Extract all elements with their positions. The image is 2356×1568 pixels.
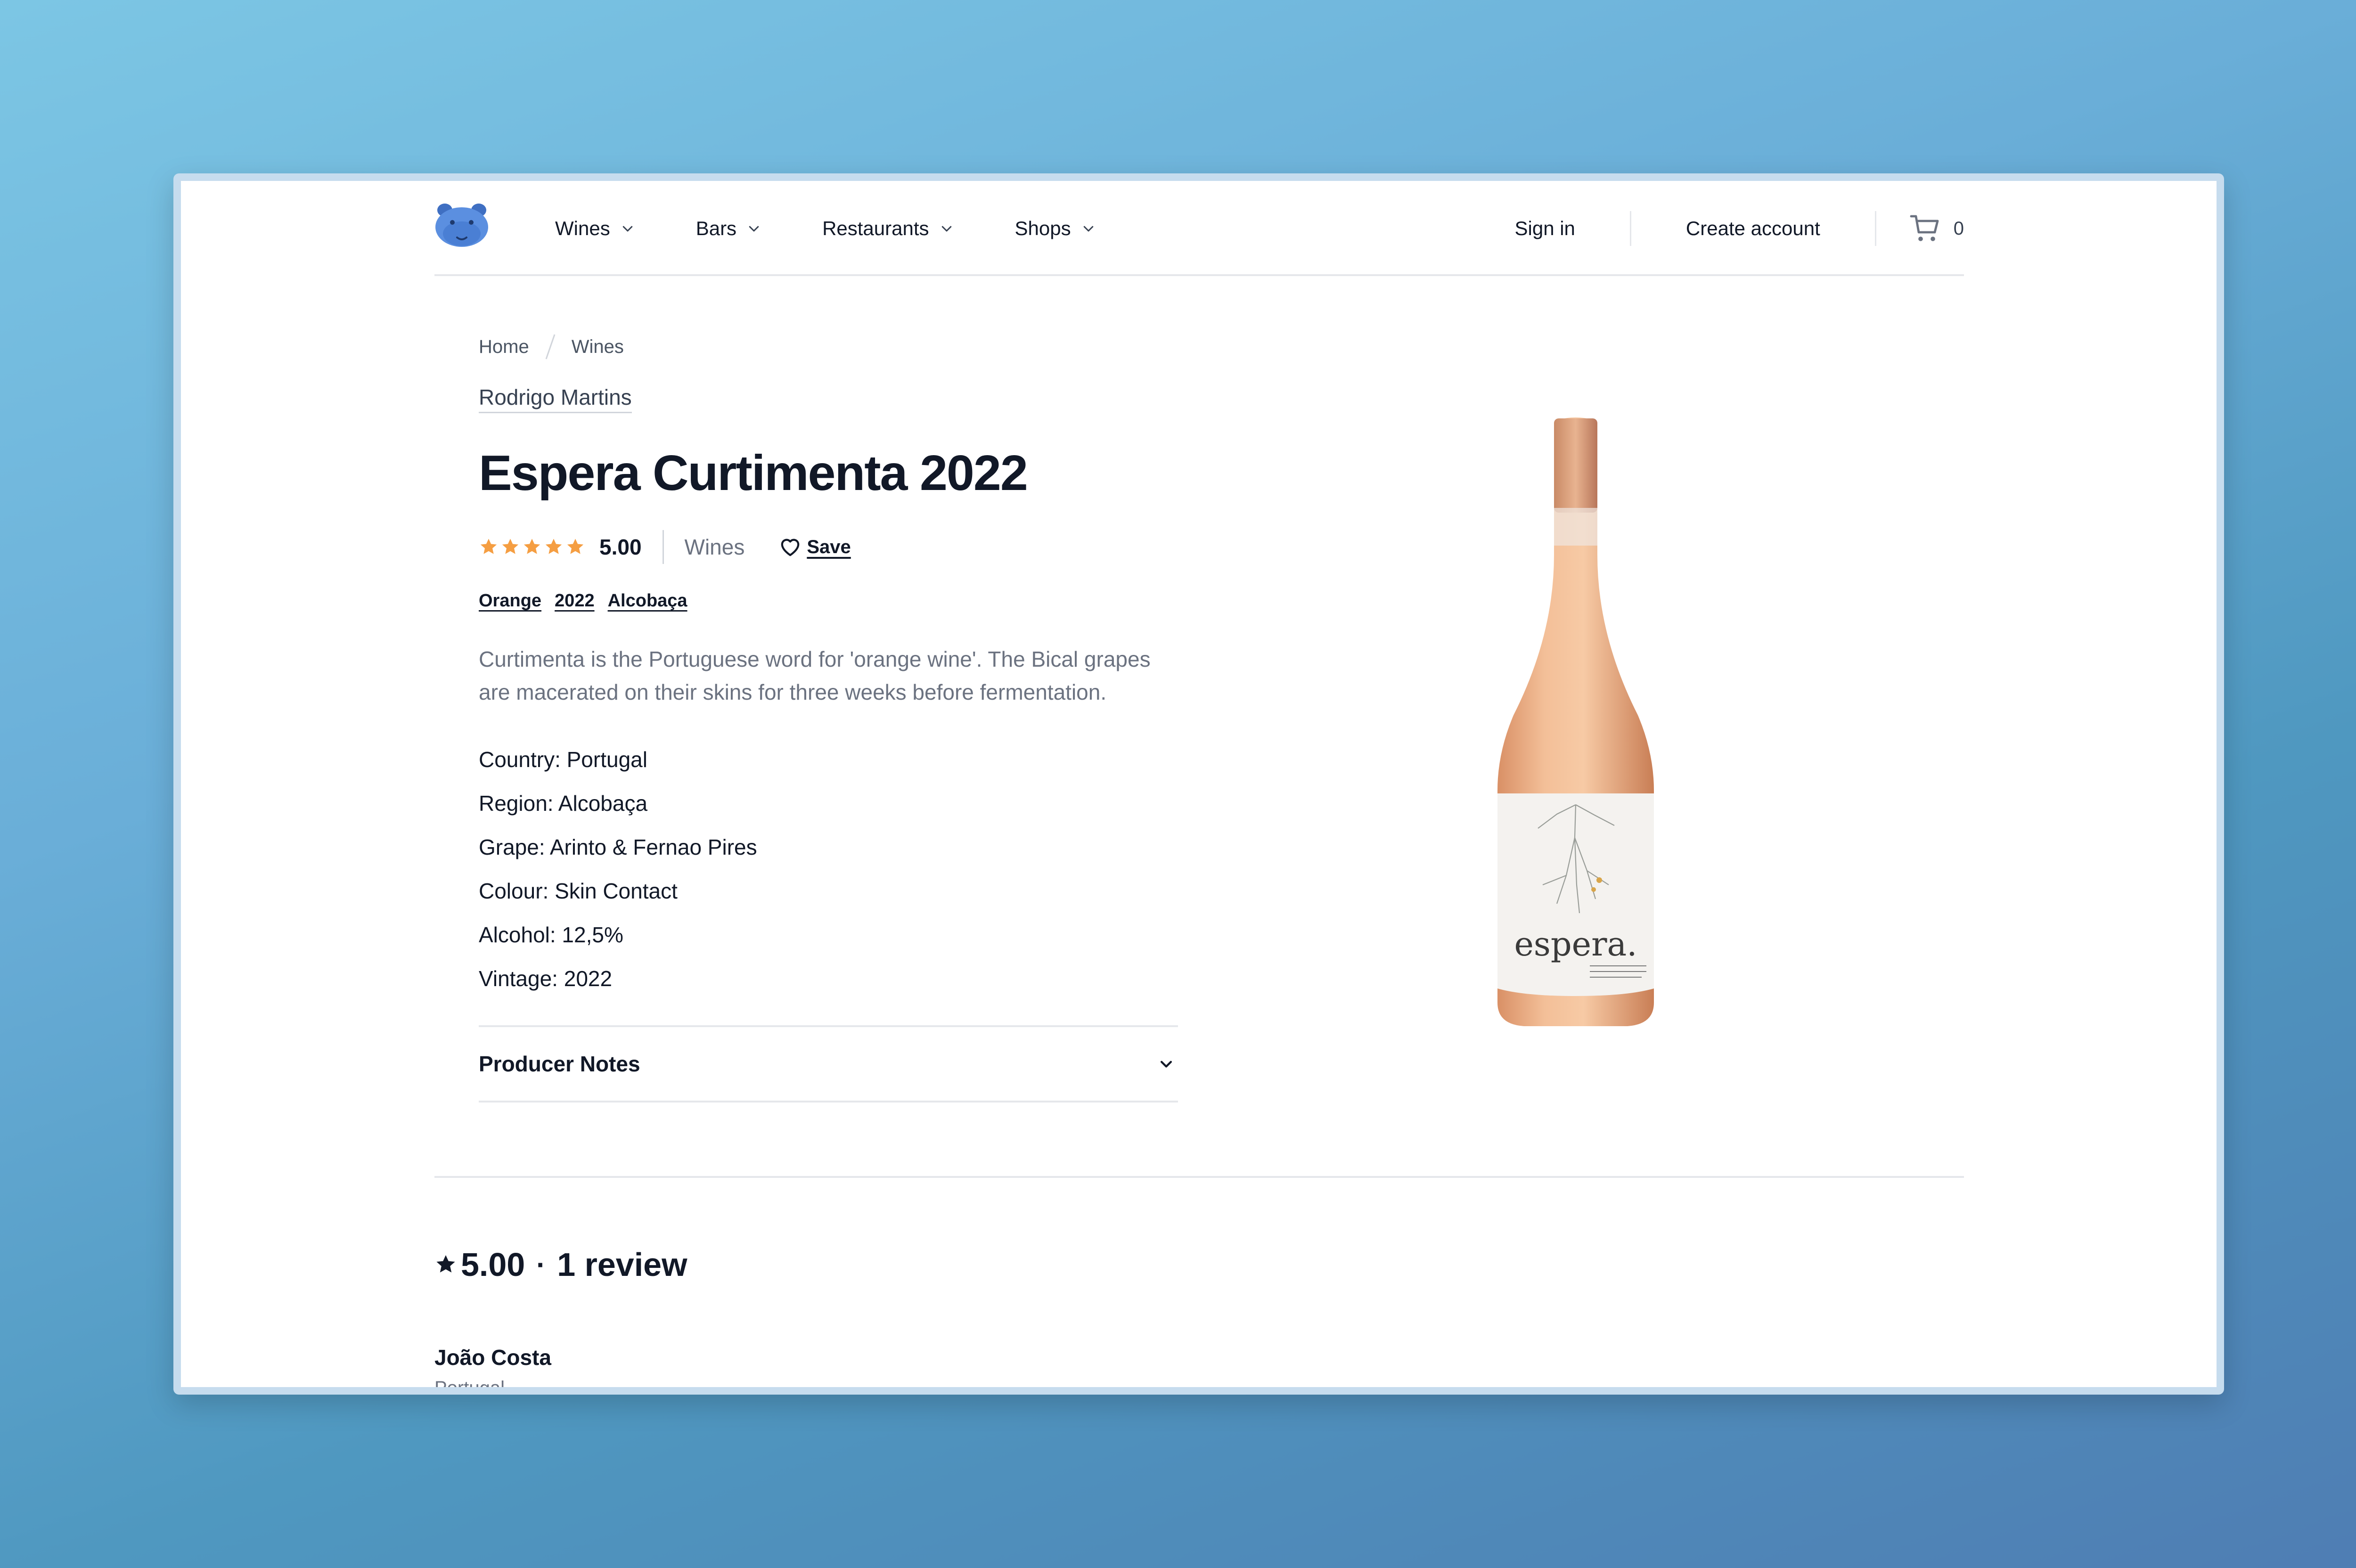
hippo-logo-icon[interactable] [434,202,489,249]
chevron-down-icon [941,226,951,232]
reviews-rating: 5.00 [461,1246,525,1283]
star-icon [545,539,562,554]
reviewer-name: João Costa [434,1345,551,1370]
spec-country: Country: Portugal [479,747,647,772]
rating-value: 5.00 [599,535,642,559]
create-account-link[interactable]: Create account [1686,217,1820,240]
cart-button[interactable]: 0 [1909,213,1964,244]
breadcrumb-wines[interactable]: Wines [572,336,624,358]
nav-bars[interactable]: Bars [696,217,761,240]
dot-separator: · [536,1249,546,1281]
spec-grape: Grape: Arinto & Fernao Pires [479,835,757,859]
product-description: Curtimenta is the Portuguese word for 'o… [479,647,1151,704]
bottle-label-text: espera. [1514,925,1637,964]
tag-orange[interactable]: Orange [479,591,541,611]
category-label: Wines [684,535,745,559]
page: Wines Bars Restaurants Shops Sign in Cre… [181,181,2217,1387]
breadcrumb: Home Wines [479,334,624,360]
spec-region: Region: Alcobaça [479,791,648,816]
star-icon [502,539,519,554]
reviews-heading: 5.00 · 1 review [434,1246,687,1283]
nav-restaurants-label: Restaurants [822,217,929,239]
nav-shops-label: Shops [1014,217,1071,239]
divider [1629,211,1631,246]
spec-alcohol: Alcohol: 12,5% [479,923,623,947]
nav-wines[interactable]: Wines [555,217,635,240]
product-title: Espera Curtimenta 2022 [479,445,1028,501]
star-icon [436,1255,455,1273]
wine-bottle-image: espera. [1497,417,1654,1026]
browser-window: Wines Bars Restaurants Shops Sign in Cre… [173,173,2224,1395]
shopping-cart-icon [1910,215,1939,241]
producer-link[interactable]: Rodrigo Martins [479,384,632,413]
account-nav: Sign in Create account 0 [1514,181,1964,276]
star-icon [480,539,497,554]
accordion-title: Producer Notes [479,1052,640,1076]
site-header: Wines Bars Restaurants Shops Sign in Cre… [434,181,1964,276]
spec-list: Country: Portugal Region: Alcobaça Grape… [479,738,757,1001]
save-label: Save [807,536,851,557]
tag-vintage[interactable]: 2022 [555,591,595,611]
slash-separator-icon [545,334,556,359]
main-nav: Wines Bars Restaurants Shops [555,181,1157,276]
divider [662,530,664,564]
producer-notes-accordion[interactable]: Producer Notes [479,1025,1178,1102]
sign-in-link[interactable]: Sign in [1514,217,1575,240]
spec-vintage: Vintage: 2022 [479,966,613,991]
section-divider [434,1176,1964,1178]
cart-count: 0 [1953,218,1964,239]
reviews-count: 1 review [557,1246,687,1283]
star-icon [567,539,584,554]
reviewer-country: Portugal [434,1378,505,1395]
save-button[interactable]: Save [779,537,851,558]
nav-wines-label: Wines [555,217,610,239]
star-icon [524,539,540,554]
chevron-down-icon [1160,1061,1172,1068]
spec-colour: Colour: Skin Contact [479,879,678,903]
chevron-down-icon [749,226,759,232]
nav-shops[interactable]: Shops [1015,217,1096,240]
heart-icon [781,539,800,556]
breadcrumb-home[interactable]: Home [479,336,529,358]
tag-list: Orange 2022 Alcobaça [479,591,687,611]
star-rating [479,537,585,557]
divider [1874,211,1876,246]
nav-bars-label: Bars [695,217,737,239]
product-meta: 5.00 Wines Save [479,530,851,564]
tag-region[interactable]: Alcobaça [608,591,687,611]
chevron-down-icon [1083,226,1093,232]
nav-restaurants[interactable]: Restaurants [822,217,953,240]
chevron-down-icon [622,226,632,232]
